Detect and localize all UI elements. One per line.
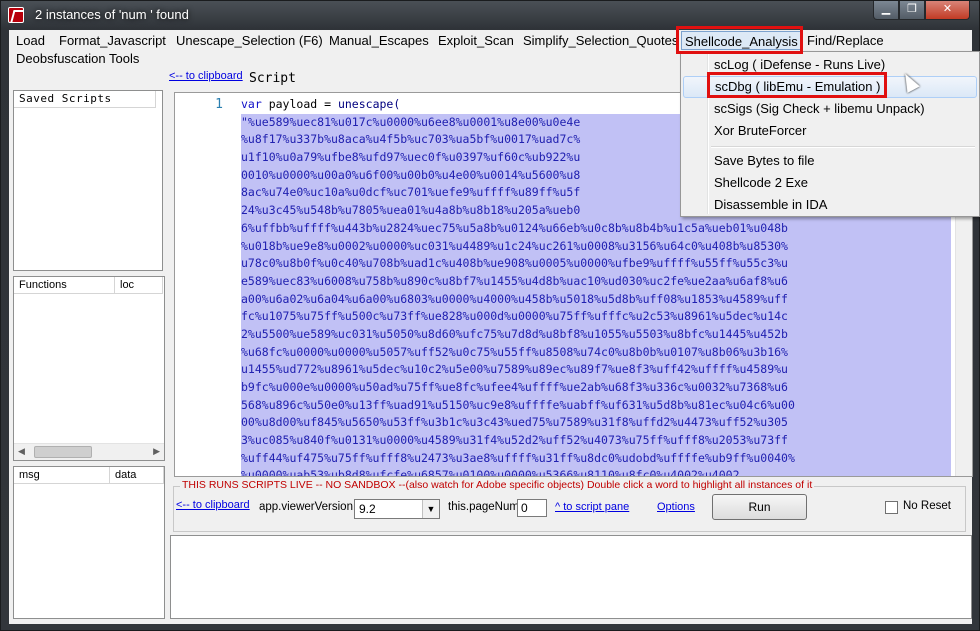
menu-item-scsigs[interactable]: scSigs (Sig Check + libemu Unpack) (683, 98, 977, 120)
code-line-selected: 3%uc085%u840f%u0131%u0000%u4589%u31f4%u5… (241, 432, 951, 450)
code-line-selected: 568%u896c%u50e0%u13ff%uad91%u5150%uc9e8%… (241, 396, 951, 415)
paren: ( (393, 97, 401, 111)
code-line-selected: b9fc%u000e%u0000%u50ad%u75ff%ue8fc%ufee4… (241, 379, 951, 397)
chevron-down-icon[interactable]: ▼ (422, 500, 439, 518)
menu-load[interactable]: Load (16, 31, 45, 50)
menu-find-replace[interactable]: Find/Replace (807, 31, 884, 50)
menu-item-sclog[interactable]: scLog ( iDefense - Runs Live) (683, 54, 977, 76)
functions-list[interactable]: Functions loc ◀ ▶ (13, 276, 165, 461)
menu-item-xor-bruteforcer[interactable]: Xor BruteForcer (683, 120, 977, 142)
shellcode-analysis-menu: scLog ( iDefense - Runs Live) scDbg ( li… (680, 51, 980, 217)
functions-hscroll[interactable]: ◀ ▶ (14, 443, 164, 460)
saved-scripts-header[interactable]: Saved Scripts (14, 91, 156, 108)
menu-item-save-bytes[interactable]: Save Bytes to file (683, 150, 977, 172)
window-title: 2 instances of 'num ' found (35, 7, 189, 22)
no-reset-checkbox[interactable] (885, 501, 898, 514)
code-line-selected: a00%u6a02%u6a04%u6a00%u6803%u0000%u4000%… (241, 290, 951, 309)
to-clipboard-bottom-link[interactable]: <-- to clipboard (176, 499, 250, 511)
title-bar[interactable]: 2 instances of 'num ' found ▁ ❐ ✕ (1, 1, 979, 30)
viewer-version-select[interactable]: 9.2 ▼ (354, 499, 440, 519)
code-line-selected: e589%uec83%u6008%u758b%u890c%u8bf7%u1455… (241, 272, 951, 291)
menu-exploit-scan[interactable]: Exploit_Scan (438, 31, 514, 50)
page-num-input[interactable]: 0 (517, 499, 547, 517)
code-line-selected: 00%u8d00%uf845%u5650%u53ff%u3b1c%u3c43%u… (241, 414, 951, 433)
hscroll-thumb[interactable] (34, 446, 92, 458)
code-line-selected: %u018b%ue9e8%u0002%u0000%uc031%u4489%u1c… (241, 237, 951, 256)
to-clipboard-top-link[interactable]: <-- to clipboard (169, 70, 243, 82)
code-line-selected: u1455%ud772%u8961%u5dec%u10c2%u5e00%u758… (241, 361, 951, 379)
app-window: 2 instances of 'num ' found ▁ ❐ ✕ Load F… (0, 0, 980, 631)
script-label: Script (249, 71, 296, 86)
menu-manual-escapes[interactable]: Manual_Escapes (329, 31, 429, 50)
code-line-selected: %u68fc%u0000%u0000%u5057%uff52%u0c75%u55… (241, 343, 951, 362)
code-line-selected: 6%uffbb%uffff%u443b%u2824%uec75%u5a8b%u0… (241, 219, 951, 238)
line-gutter: 1 (175, 93, 237, 476)
saved-scripts-list[interactable]: Saved Scripts (13, 90, 163, 271)
scroll-left-icon[interactable]: ◀ (18, 446, 25, 457)
code-line-selected: %uff44%uf475%u75ff%ufff8%u2473%u3ae8%uff… (241, 449, 951, 468)
page-num-label: this.pageNum (448, 501, 519, 513)
variable-name: payload (261, 97, 325, 111)
to-script-pane-link[interactable]: ^ to script pane (555, 501, 629, 513)
code-line-selected: %u0000%uab53%ub8d8%ufcfe%u6857%u0100%u00… (241, 467, 951, 476)
menu-item-shellcode-2-exe[interactable]: Shellcode 2 Exe (683, 172, 977, 194)
adobe-reader-icon (8, 7, 24, 23)
viewer-version-label: app.viewerVersion : (259, 501, 360, 513)
options-link[interactable]: Options (657, 501, 695, 513)
live-warning: THIS RUNS SCRIPTS LIVE -- NO SANDBOX --(… (180, 479, 815, 491)
line-number: 1 (215, 97, 223, 112)
viewer-version-value: 9.2 (359, 502, 376, 516)
code-line-selected: fc%u1075%u75ff%u500c%u73ff%ue828%u000d%u… (241, 308, 951, 326)
loc-header[interactable]: loc (115, 277, 163, 294)
function-name: unescape (337, 97, 394, 111)
menu-item-disassemble-ida[interactable]: Disassemble in IDA (683, 194, 977, 216)
code-line-selected: 2%u5500%ue589%uc031%u5050%u8d60%ufc75%u7… (241, 325, 951, 344)
menu-unescape-selection[interactable]: Unescape_Selection (F6) (176, 31, 323, 50)
run-button[interactable]: Run (712, 494, 807, 520)
operator: = (324, 97, 338, 111)
menu-item-scdbg[interactable]: scDbg ( libEmu - Emulation ) (683, 76, 977, 98)
menu-format-javascript[interactable]: Format_Javascript (59, 31, 166, 50)
keyword-var: var (241, 97, 262, 111)
menu-deobfuscation-tools[interactable]: Deobsfuscation Tools (16, 49, 139, 68)
scroll-right-icon[interactable]: ▶ (153, 446, 160, 457)
functions-header[interactable]: Functions (14, 277, 115, 294)
minimize-button[interactable]: ▁ (873, 1, 899, 20)
code-line-selected: u78c0%u8b0f%u0c40%u708b%uad1c%u408b%ue90… (241, 255, 951, 273)
output-pane[interactable] (170, 535, 972, 619)
msg-header[interactable]: msg (14, 467, 110, 484)
menu-separator (711, 146, 975, 148)
data-header[interactable]: data (110, 467, 164, 484)
close-button[interactable]: ✕ (925, 1, 970, 20)
maximize-button[interactable]: ❐ (899, 1, 925, 20)
messages-list[interactable]: msg data (13, 466, 165, 619)
no-reset-label: No Reset (903, 500, 951, 512)
menu-shellcode-analysis[interactable]: Shellcode_Analysis (681, 31, 802, 50)
menu-simplify-selection-quotes[interactable]: Simplify_Selection_Quotes (523, 31, 678, 50)
